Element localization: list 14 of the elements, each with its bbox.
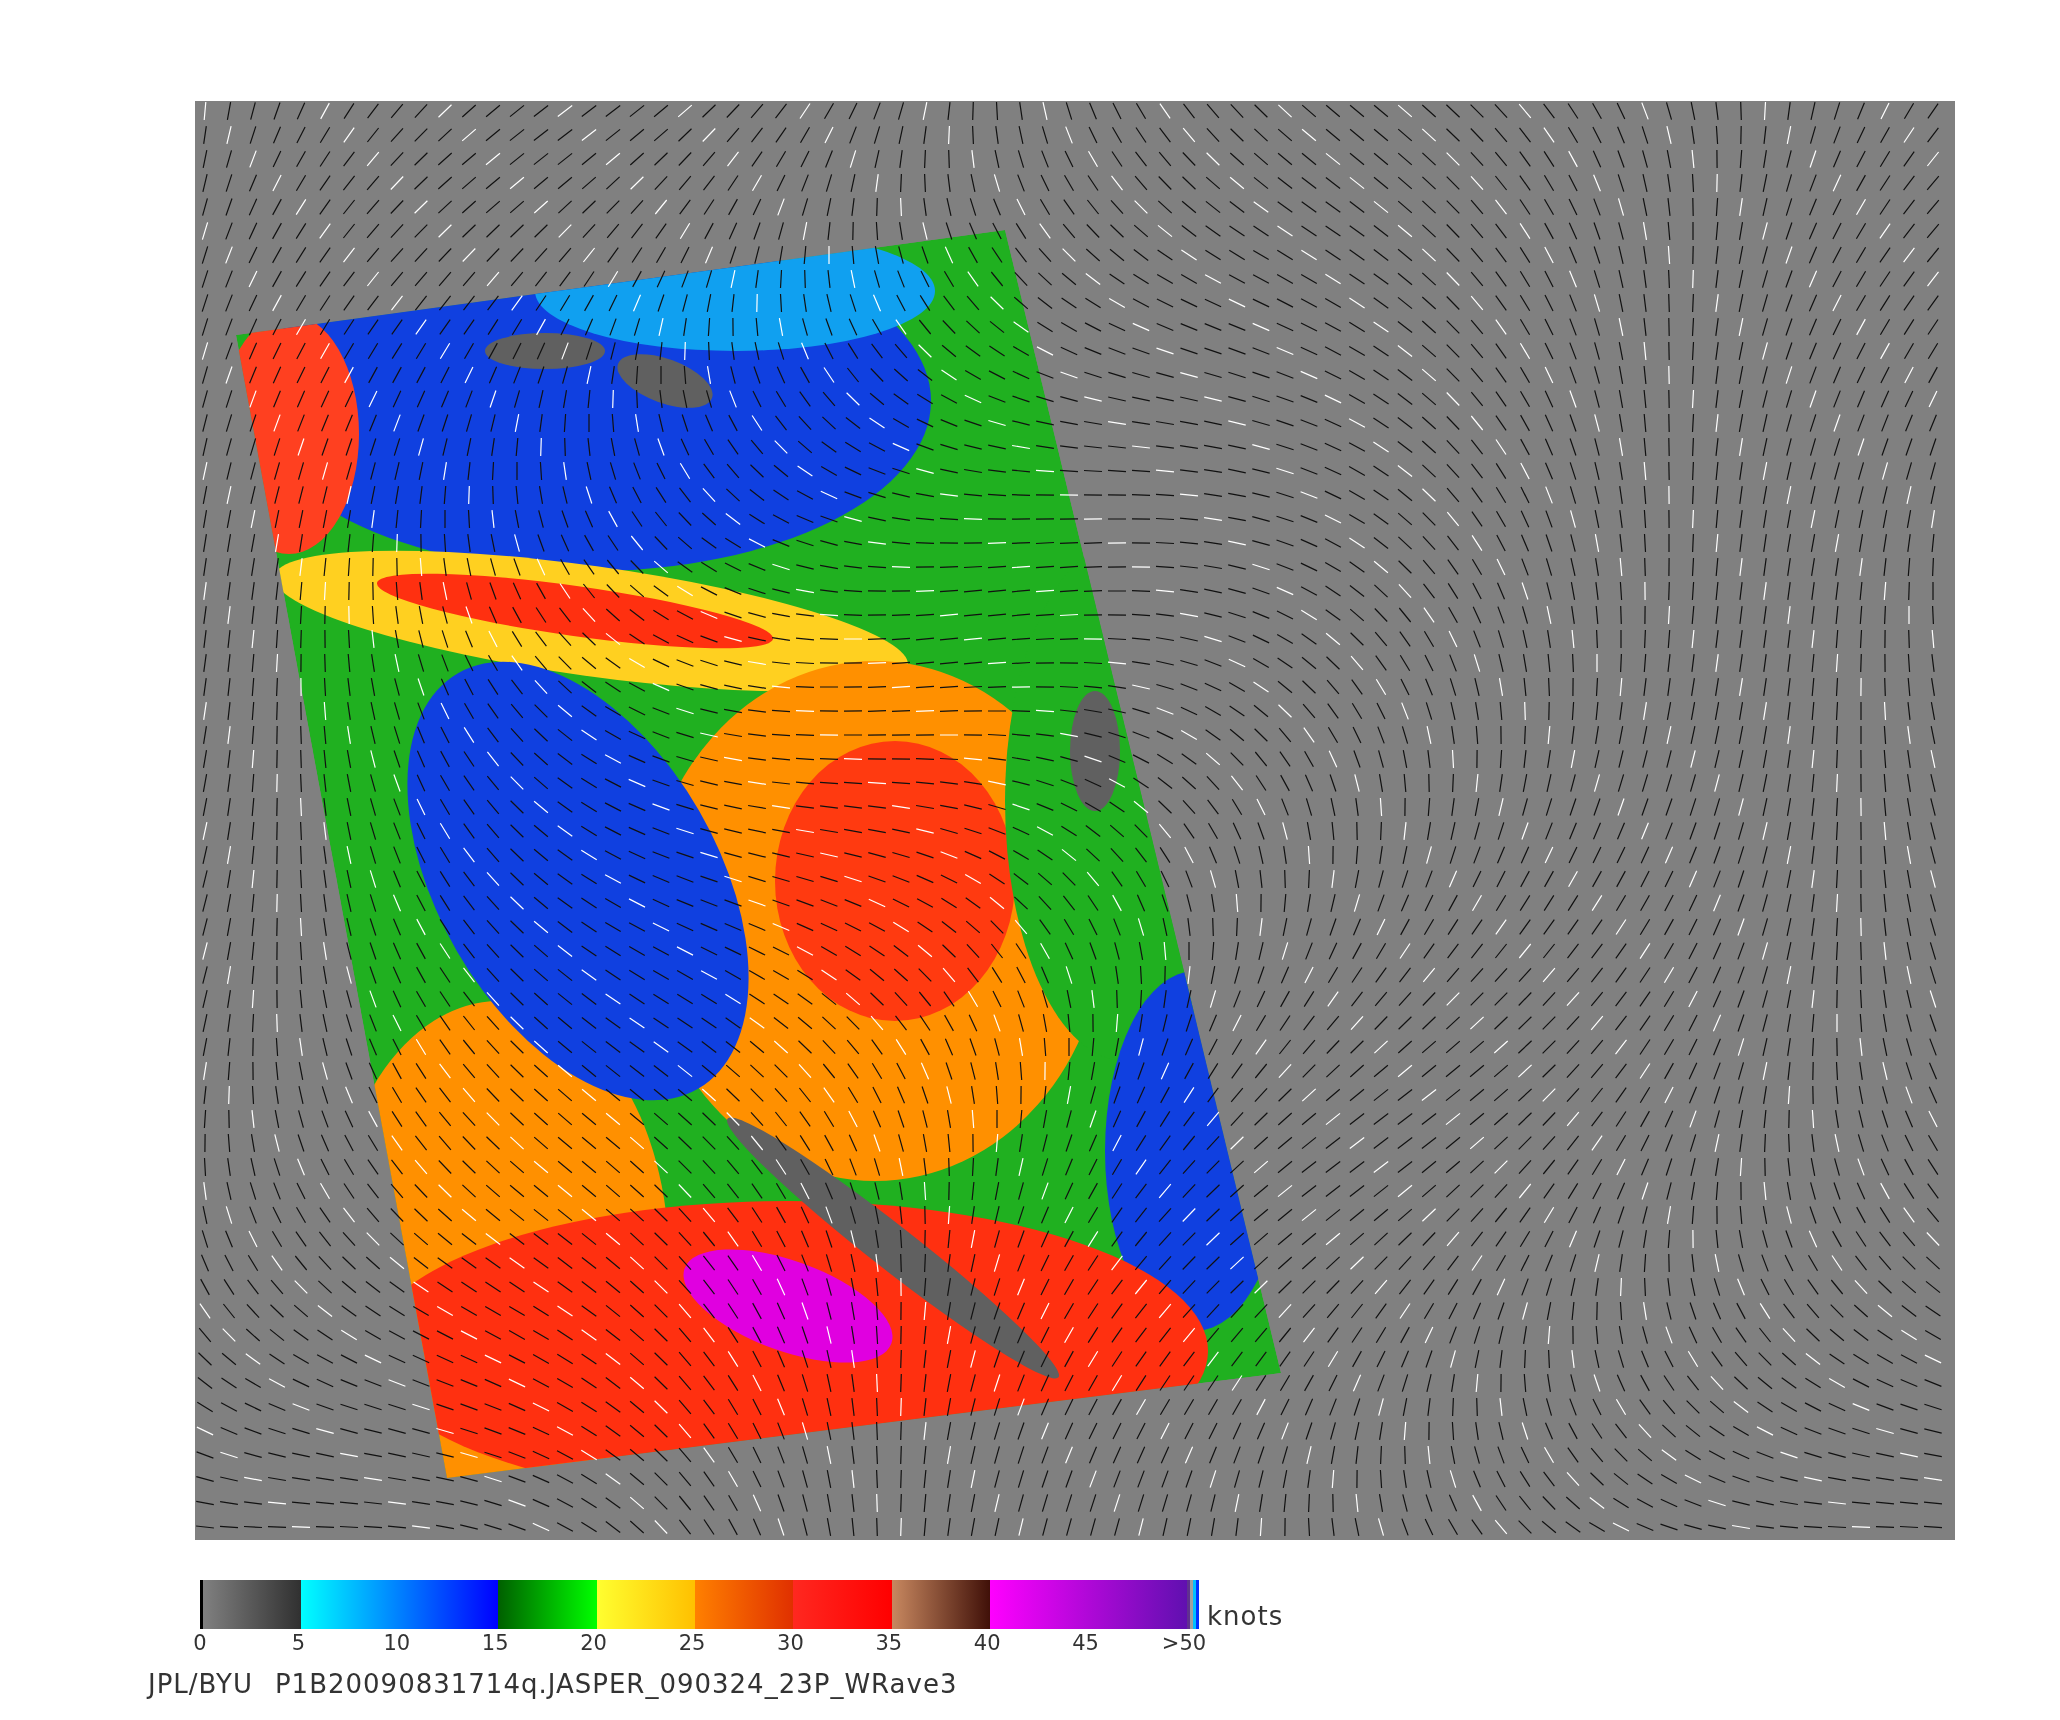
scale-label: 0 bbox=[193, 1631, 207, 1655]
scale-label: 5 bbox=[291, 1631, 306, 1655]
scale-label: 20 bbox=[580, 1631, 607, 1655]
scale-label: >50 bbox=[1161, 1631, 1207, 1655]
source-label: JPL/BYU bbox=[148, 1669, 253, 1699]
scale-label: 10 bbox=[383, 1631, 411, 1655]
scale-label: 30 bbox=[777, 1631, 804, 1655]
scale-label: 45 bbox=[1072, 1631, 1099, 1655]
scale-label: 35 bbox=[875, 1631, 903, 1655]
scale-label: 15 bbox=[481, 1631, 509, 1655]
scale-label: 25 bbox=[678, 1631, 706, 1655]
file-name: P1B20090831714q.JASPER_090324_23P_WRave3 bbox=[274, 1669, 958, 1699]
scale-label: 40 bbox=[973, 1631, 1001, 1655]
unit-label: knots bbox=[1207, 1603, 1284, 1629]
